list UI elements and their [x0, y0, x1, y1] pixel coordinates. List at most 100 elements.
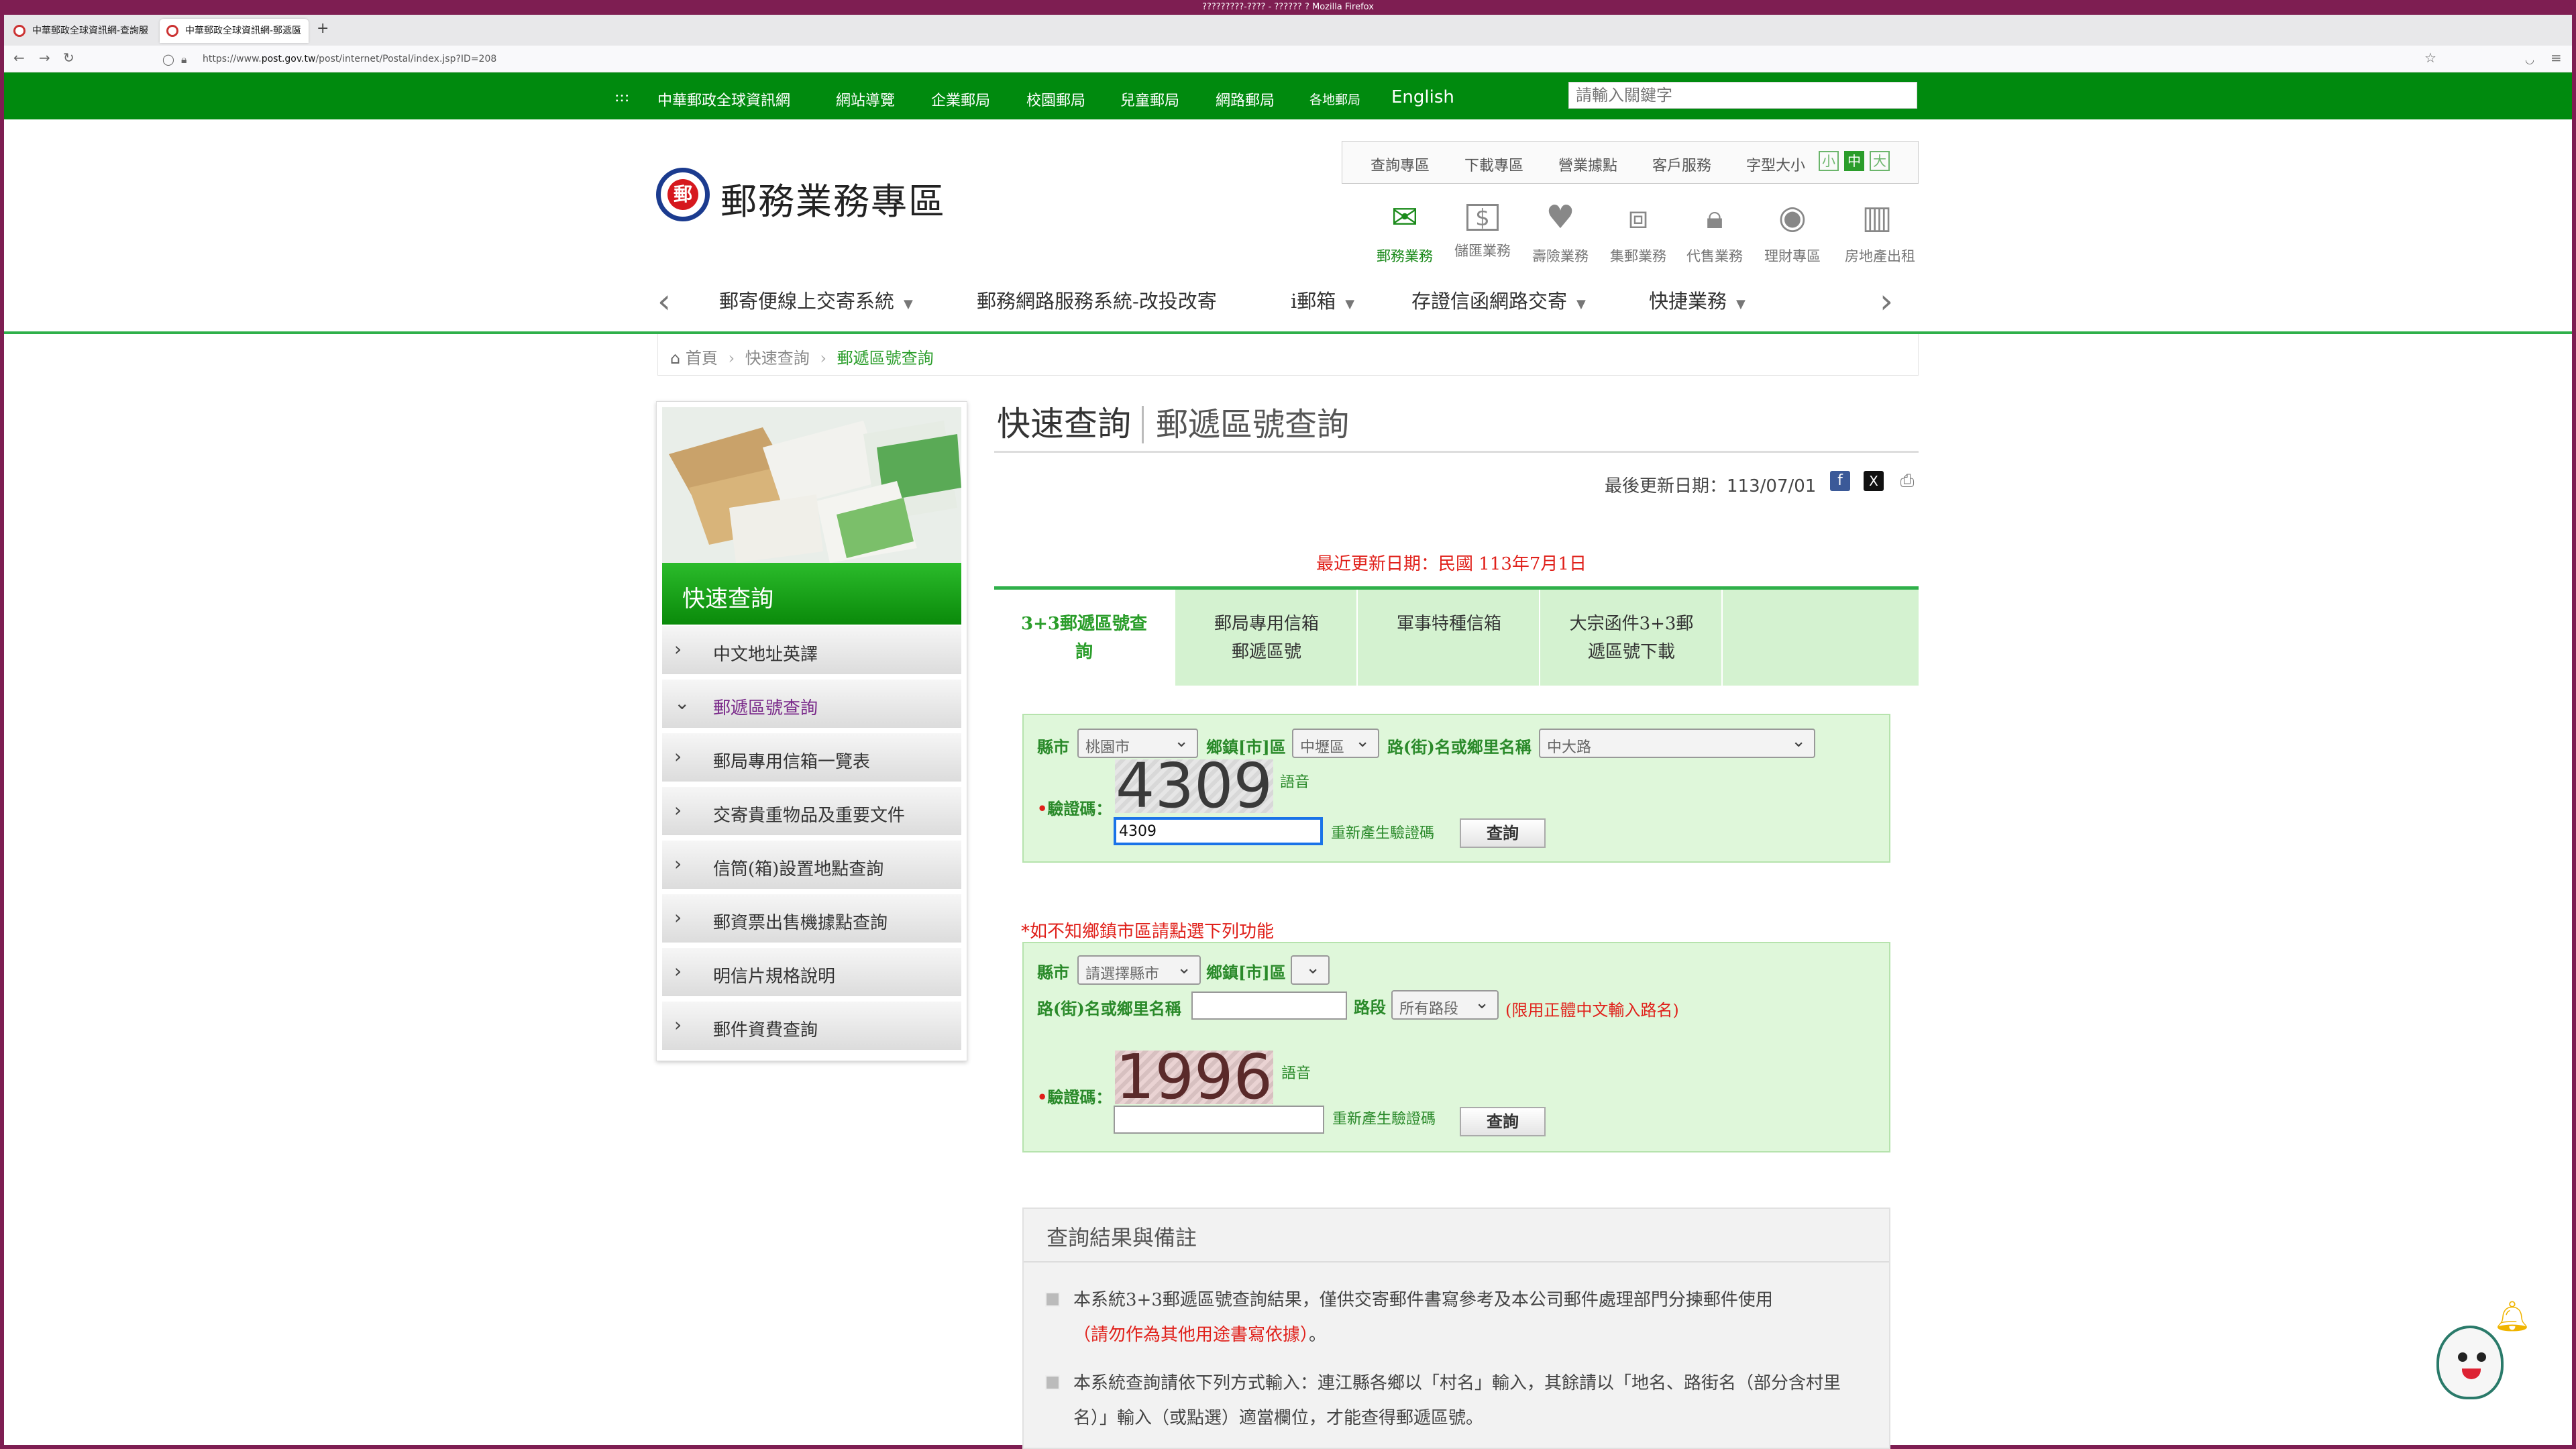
- browser-tabbar: 中華郵政全球資訊網-查詢服 × 中華郵政全球資訊網-郵遞區 × +: [4, 15, 2572, 46]
- sidebar-item-zipcode[interactable]: ⌄ 郵遞區號查詢: [662, 680, 961, 731]
- menu-ibox[interactable]: i郵箱 ▼: [1291, 286, 1354, 314]
- results-note-1-end: 。: [1309, 1325, 1327, 1345]
- refresh-captcha-link[interactable]: 重新產生驗證碼: [1332, 1107, 1436, 1128]
- chevron-right-icon[interactable]: ›: [1880, 282, 1893, 321]
- topnav-online-link[interactable]: 網路郵局: [1216, 89, 1275, 110]
- district-select[interactable]: 中壢區: [1292, 729, 1379, 758]
- district-select[interactable]: [1291, 955, 1330, 985]
- topnav-english-link[interactable]: English: [1391, 87, 1454, 107]
- url-bar[interactable]: https://www.post.gov.tw/post/internet/Po…: [203, 49, 2483, 69]
- bookmark-star-icon[interactable]: ☆: [2424, 50, 2436, 66]
- sidebar-item-pobox[interactable]: › 郵局專用信箱一覽表: [662, 733, 961, 784]
- font-size-small-button[interactable]: 小: [1819, 151, 1839, 171]
- captcha-audio-link[interactable]: 語音: [1281, 1061, 1311, 1083]
- menu-certified[interactable]: 存證信函網路交寄 ▼: [1411, 286, 1586, 314]
- home-icon[interactable]: ⌂: [670, 349, 680, 368]
- topnav-local-link[interactable]: 各地郵局: [1309, 90, 1360, 108]
- tab-military-mailbox[interactable]: 軍事特種信箱: [1359, 590, 1540, 686]
- utility-branches-link[interactable]: 營業據點: [1558, 154, 1617, 175]
- forward-icon[interactable]: →: [39, 50, 50, 66]
- new-tab-button[interactable]: +: [317, 20, 329, 37]
- service-insurance[interactable]: ♥ 壽險業務: [1528, 199, 1593, 266]
- logo-mark: 郵: [667, 179, 698, 210]
- service-postal[interactable]: ✉ 郵務業務: [1373, 199, 1437, 266]
- window-frame-left: [0, 15, 4, 1449]
- query-button[interactable]: 查詢: [1460, 1107, 1546, 1136]
- x-share-icon[interactable]: X: [1864, 471, 1884, 491]
- utility-service-link[interactable]: 客戶服務: [1652, 154, 1711, 175]
- lock-icon[interactable]: 🔒︎: [181, 53, 187, 66]
- topnav-enterprise-link[interactable]: 企業郵局: [931, 89, 990, 110]
- chevron-left-icon[interactable]: ‹: [657, 282, 671, 321]
- sidebar-item-postage-rates[interactable]: › 郵件資費查詢: [662, 1002, 961, 1053]
- topnav-sitemap-link[interactable]: 網站導覽: [836, 89, 895, 110]
- sidebar-item-valuables[interactable]: › 交寄貴重物品及重要文件: [662, 787, 961, 838]
- pocket-icon[interactable]: ◡: [2525, 53, 2534, 66]
- site-info-icon[interactable]: ◯: [162, 53, 174, 66]
- service-philately[interactable]: ⧈ 集郵業務: [1606, 199, 1670, 266]
- url-host: post.gov.tw: [261, 54, 316, 64]
- captcha-audio-link[interactable]: 語音: [1280, 770, 1309, 792]
- captcha-input[interactable]: [1114, 1106, 1324, 1134]
- browser-tab-2[interactable]: 中華郵政全球資訊網-郵遞區 ×: [160, 19, 309, 43]
- menu-label: 郵寄便線上交寄系統: [719, 290, 895, 313]
- font-size-medium-button[interactable]: 中: [1844, 151, 1864, 171]
- sidebar-item-label: 郵局專用信箱一覽表: [713, 752, 871, 772]
- close-tab-icon[interactable]: ×: [293, 19, 302, 43]
- topnav-campus-link[interactable]: 校園郵局: [1026, 89, 1085, 110]
- menu-ezpost[interactable]: 郵寄便線上交寄系統 ▼: [719, 286, 913, 314]
- logo-icon[interactable]: 郵: [656, 168, 710, 221]
- captcha-input[interactable]: [1114, 817, 1323, 845]
- print-icon[interactable]: ⎙: [1897, 471, 1917, 491]
- service-realestate[interactable]: ▥ 房地產出租: [1845, 199, 1915, 266]
- site-search-input[interactable]: [1568, 82, 1917, 109]
- section-select[interactable]: 所有路段: [1391, 990, 1499, 1020]
- caret-down-icon: ▼: [904, 297, 913, 311]
- tab-bulk-download[interactable]: 大宗函件3+3郵 遞區號下載: [1542, 590, 1723, 686]
- utility-download-link[interactable]: 下載專區: [1464, 154, 1523, 175]
- service-savings[interactable]: $ 儲匯業務: [1450, 199, 1515, 260]
- breadcrumb-home[interactable]: 首頁: [686, 349, 718, 368]
- mascot-chatbot-icon[interactable]: [2436, 1326, 2504, 1399]
- sidebar-item-address-translation[interactable]: › 中文地址英譯: [662, 626, 961, 677]
- city-select[interactable]: 請選擇縣市: [1077, 955, 1201, 985]
- tab-zipcode-query[interactable]: 3+3郵遞區號查 詢: [994, 590, 1175, 686]
- service-agency[interactable]: 🔒︎ 代售業務: [1682, 199, 1747, 266]
- reload-icon[interactable]: ↻: [63, 50, 74, 66]
- sidebar-item-postcard-spec[interactable]: › 明信片規格說明: [662, 948, 961, 999]
- close-tab-icon[interactable]: ×: [140, 19, 149, 43]
- utility-query-link[interactable]: 查詢專區: [1371, 154, 1430, 175]
- last-updated: 最後更新日期：113/07/01: [1605, 472, 1816, 497]
- bullet-icon: [1045, 1375, 1060, 1390]
- mascot-mouth: [2462, 1368, 2481, 1379]
- topnav-kids-link[interactable]: 兒童郵局: [1120, 89, 1179, 110]
- browser-tab-1[interactable]: 中華郵政全球資訊網-查詢服 ×: [7, 19, 156, 43]
- sidebar-item-mailbox-locations[interactable]: › 信筒(箱)設置地點查詢: [662, 841, 961, 892]
- menu-express[interactable]: 快捷業務 ▼: [1649, 286, 1746, 314]
- sitemap-menu-icon[interactable]: :::: [614, 89, 629, 105]
- captcha-label-text: 驗證碼：: [1047, 799, 1112, 818]
- query-button[interactable]: 查詢: [1460, 818, 1546, 848]
- breadcrumb-quick[interactable]: 快速查詢: [745, 349, 810, 368]
- notification-bell-icon[interactable]: 🔔︎: [2493, 1299, 2531, 1334]
- results-panel: 查詢結果與備註 本系統3+3郵遞區號查詢結果，僅供交寄郵件書寫參考及本公司郵件處…: [1022, 1208, 1890, 1449]
- road-input[interactable]: [1191, 991, 1347, 1020]
- breadcrumb: ⌂ 首頁 › 快速查詢 › 郵遞區號查詢: [657, 334, 1919, 376]
- tab-pobox-zipcode[interactable]: 郵局專用信箱 郵遞區號: [1177, 590, 1358, 686]
- logo-text[interactable]: 郵務業務專區: [720, 172, 946, 225]
- topnav-home-link[interactable]: 中華郵政全球資訊網: [657, 89, 790, 110]
- window-titlebar: ?????????-???? - ?????? ? Mozilla Firefo…: [0, 0, 2576, 15]
- app-menu-icon[interactable]: ≡: [2551, 50, 2562, 66]
- facebook-share-icon[interactable]: f: [1830, 471, 1850, 491]
- refresh-captcha-link[interactable]: 重新產生驗證碼: [1331, 821, 1434, 843]
- site-topbar: ::: 中華郵政全球資訊網 網站導覽 企業郵局 校園郵局 兒童郵局 網路郵局 各…: [4, 72, 2572, 119]
- service-finance[interactable]: ◉ 理財專區: [1760, 199, 1825, 266]
- sidebar-item-stamp-machines[interactable]: › 郵資票出售機據點查詢: [662, 894, 961, 945]
- font-size-large-button[interactable]: 大: [1870, 151, 1890, 171]
- road-select[interactable]: 中大路: [1539, 729, 1815, 758]
- back-icon[interactable]: ←: [13, 50, 25, 66]
- menu-redirect[interactable]: 郵務網路服務系統-改投改寄: [977, 286, 1217, 314]
- breadcrumb-separator-icon: ›: [728, 349, 735, 368]
- road-label: 路(街)名或鄉里名稱: [1387, 737, 1532, 757]
- site-favicon-icon: [13, 25, 25, 37]
